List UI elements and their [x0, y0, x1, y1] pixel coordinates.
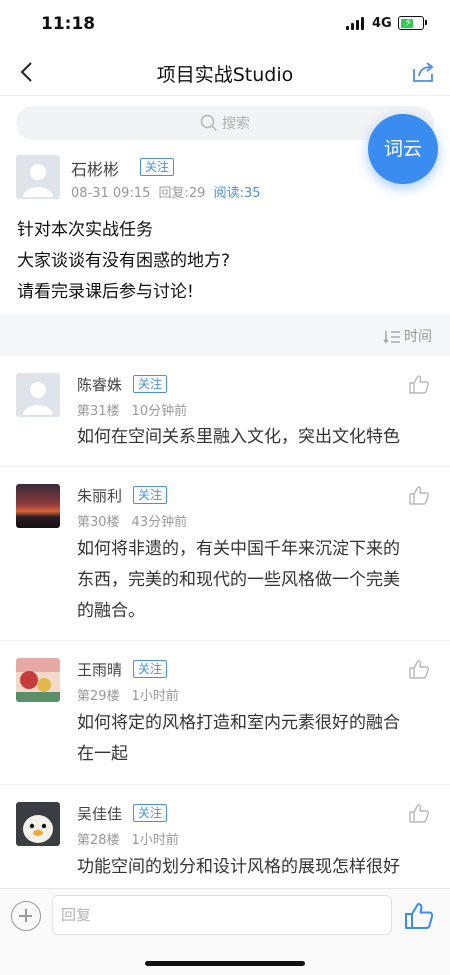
- comment-floor: 第30楼: [77, 515, 120, 530]
- status-bar: 11:18 4G ⚡: [0, 0, 450, 48]
- thumbs-up-icon[interactable]: [404, 901, 434, 931]
- add-button[interactable]: [11, 901, 41, 931]
- sort-icon: [383, 331, 400, 343]
- comment-meta: 第31楼 10分钟前: [77, 400, 187, 419]
- page-title: 项目实战Studio: [156, 64, 294, 86]
- comment-floor: 第28楼: [77, 833, 120, 848]
- comment-author[interactable]: 朱丽利: [77, 485, 122, 506]
- post-body-line: 大家谈谈有没有困惑的地方?: [17, 251, 231, 271]
- comment-text: 如何将非遗的，有关中国千年来沉淀下来的 东西，完美的和现代的一些风格做一个完美 …: [77, 534, 432, 627]
- comment-time: 1小时前: [131, 833, 179, 848]
- comment-text: 如何将定的风格打造和室内元素很好的融合 在一起: [77, 708, 432, 770]
- comment-author[interactable]: 王雨晴: [77, 659, 122, 680]
- thumbs-up-icon[interactable]: [408, 484, 430, 506]
- comment-author[interactable]: 吴佳佳: [77, 803, 122, 824]
- avatar[interactable]: [16, 484, 60, 528]
- avatar[interactable]: [16, 155, 60, 199]
- follow-button[interactable]: 关注: [140, 158, 175, 176]
- comment-meta: 第28楼 1小时前: [77, 829, 179, 848]
- comment-item: 王雨晴 关注 第29楼 1小时前 如何将定的风格打造和室内元素很好的融合 在一起: [0, 641, 450, 785]
- post-replies: 回复:29: [158, 186, 206, 201]
- comment-author[interactable]: 陈睿姝: [77, 374, 122, 395]
- comment-text-line: 的融合。: [77, 601, 145, 621]
- post-date: 08-31 09:15: [71, 186, 151, 201]
- post-meta: 08-31 09:15 回复:29 阅读:35: [71, 182, 261, 201]
- battery-icon: ⚡: [398, 16, 427, 30]
- comment-text: 如何在空间关系里融入文化，突出文化特色: [77, 422, 432, 453]
- signal-icon: [346, 17, 366, 30]
- network-type: 4G: [372, 16, 392, 31]
- avatar[interactable]: [16, 373, 60, 417]
- avatar[interactable]: [16, 658, 60, 702]
- comment-text-line: 如何在空间关系里融入文化，突出文化特色: [77, 427, 400, 447]
- comment-time: 43分钟前: [131, 515, 188, 530]
- comment-text-line: 在一起: [77, 744, 128, 764]
- post-body-line: 针对本次实战任务: [17, 220, 153, 240]
- post-body: 针对本次实战任务 大家谈谈有没有困惑的地方? 请看完录课后参与讨论!: [17, 215, 230, 308]
- comment-item: 陈睿姝 关注 第31楼 10分钟前 如何在空间关系里融入文化，突出文化特色: [0, 356, 450, 467]
- comment-text-line: 东西，完美的和现代的一些风格做一个完美: [77, 570, 400, 590]
- home-indicator: [145, 961, 305, 966]
- follow-button[interactable]: 关注: [133, 486, 168, 504]
- comment-item: 吴佳佳 关注 第28楼 1小时前 功能空间的划分和设计风格的展现怎样很好: [0, 785, 450, 888]
- comment-text: 功能空间的划分和设计风格的展现怎样很好: [77, 852, 432, 883]
- comment-meta: 第29楼 1小时前: [77, 685, 179, 704]
- thumbs-up-icon[interactable]: [408, 373, 430, 395]
- nav-bar: 项目实战Studio: [0, 48, 450, 96]
- sort-label: 时间: [404, 329, 432, 345]
- comment-meta: 第30楼 43分钟前: [77, 511, 187, 530]
- comment-time: 10分钟前: [131, 404, 188, 419]
- comment-time: 1小时前: [131, 689, 179, 704]
- post-body-line: 请看完录课后参与讨论!: [17, 282, 194, 302]
- reply-input[interactable]: [52, 895, 392, 935]
- topic-post: 石彬彬 关注 08-31 09:15 回复:29 阅读:35 针对本次实战任务 …: [0, 150, 450, 314]
- follow-button[interactable]: 关注: [133, 804, 168, 822]
- status-time: 11:18: [41, 14, 96, 34]
- avatar[interactable]: [16, 802, 60, 846]
- comment-text-line: 如何将定的风格打造和室内元素很好的融合: [77, 713, 400, 733]
- comment-floor: 第29楼: [77, 689, 120, 704]
- follow-button[interactable]: 关注: [133, 375, 168, 393]
- sort-button[interactable]: 时间: [383, 326, 432, 346]
- post-reads: 阅读:35: [213, 186, 261, 201]
- comment-item: 朱丽利 关注 第30楼 43分钟前 如何将非遗的，有关中国千年来沉淀下来的 东西，…: [0, 467, 450, 641]
- comment-floor: 第31楼: [77, 404, 120, 419]
- search-icon: [200, 114, 218, 132]
- reply-bar: [0, 888, 450, 975]
- post-author[interactable]: 石彬彬: [71, 156, 119, 180]
- thumbs-up-icon[interactable]: [408, 802, 430, 824]
- comment-text-line: 功能空间的划分和设计风格的展现怎样很好: [77, 857, 400, 877]
- follow-button[interactable]: 关注: [133, 660, 168, 678]
- thumbs-up-icon[interactable]: [408, 658, 430, 680]
- sort-strip: 时间: [0, 314, 450, 356]
- comment-text-line: 如何将非遗的，有关中国千年来沉淀下来的: [77, 539, 400, 559]
- search-placeholder: 搜索: [222, 116, 250, 132]
- share-icon[interactable]: [410, 58, 438, 86]
